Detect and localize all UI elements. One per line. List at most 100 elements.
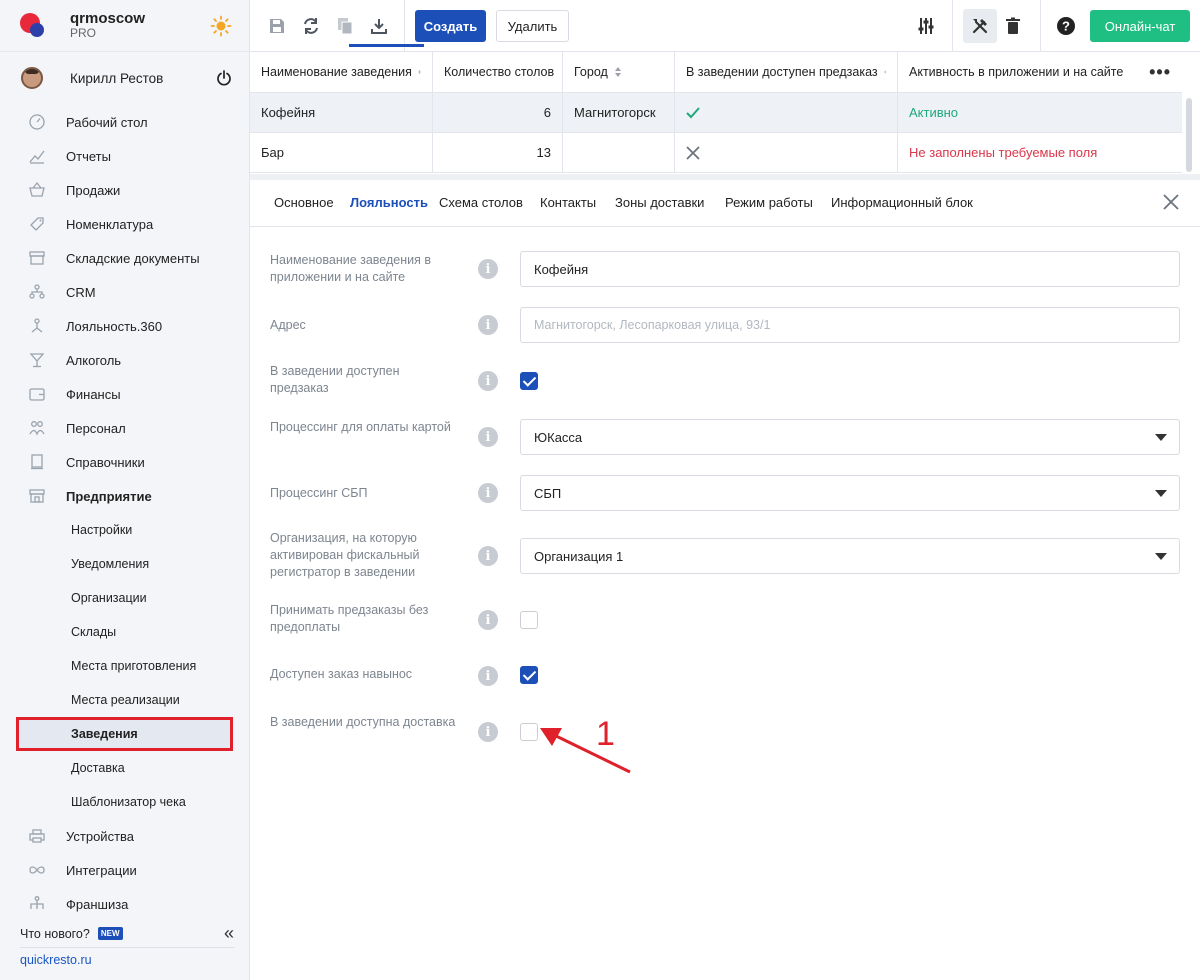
tab-loyalty[interactable]: Лояльность	[350, 195, 428, 210]
sidebar-item-label: Лояльность.360	[66, 318, 163, 334]
form-row-no-prepay: Принимать предзаказы без предоплаты i	[270, 602, 1180, 638]
filter-sliders-icon[interactable]	[916, 16, 936, 36]
brand-header[interactable]: qrmoscow PRO	[0, 0, 249, 52]
table-row[interactable]: Бар 13 Не заполнены требуемые поля	[250, 133, 1182, 173]
create-button[interactable]: Создать	[415, 10, 486, 42]
sidebar-item-reference[interactable]: Справочники	[0, 445, 249, 479]
info-icon[interactable]: i	[478, 259, 498, 279]
sun-icon[interactable]	[210, 15, 232, 37]
sbp-processing-select[interactable]: СБП	[520, 475, 1180, 511]
subnav-receipt-templates[interactable]: Шаблонизатор чека	[0, 785, 249, 819]
sort-icon[interactable]	[614, 66, 622, 78]
trash-icon[interactable]	[1003, 16, 1023, 36]
cell-city	[563, 133, 675, 172]
subnav-organizations[interactable]: Организации	[0, 581, 249, 615]
info-icon[interactable]: i	[478, 666, 498, 686]
basket-icon	[29, 181, 45, 197]
sidebar-item-devices[interactable]: Устройства	[0, 819, 249, 853]
fiscal-org-select[interactable]: Организация 1	[520, 538, 1180, 574]
column-header-preorder[interactable]: В заведении доступен предзаказ	[675, 52, 898, 92]
copy-icon[interactable]	[335, 16, 355, 36]
online-chat-button[interactable]: Онлайн-чат	[1090, 10, 1190, 42]
sidebar-item-label: Складские документы	[66, 250, 200, 266]
preorder-checkbox[interactable]	[520, 372, 538, 390]
annotation-arrow-icon	[540, 728, 631, 774]
table-row[interactable]: Кофейня 6 Магнитогорск Активно	[250, 93, 1182, 133]
sidebar-item-label: Номенклатура	[66, 216, 154, 232]
info-icon[interactable]: i	[478, 546, 498, 566]
power-icon[interactable]	[216, 70, 232, 86]
column-header-activity[interactable]: Активность в приложении и на сайте •••	[898, 52, 1182, 92]
info-icon[interactable]: i	[478, 427, 498, 447]
table-header: Наименование заведения Количество столов…	[250, 52, 1182, 93]
subnav-notifications[interactable]: Уведомления	[0, 547, 249, 581]
crm-icon	[29, 284, 45, 299]
more-icon[interactable]: •••	[1149, 62, 1171, 83]
save-icon[interactable]	[267, 16, 287, 36]
sidebar-item-sales[interactable]: Продажи	[0, 173, 249, 207]
tab-contacts[interactable]: Контакты	[540, 195, 596, 210]
field-label: В заведении доступен предзаказ	[270, 364, 400, 395]
subnav-settings[interactable]: Настройки	[0, 513, 249, 547]
tools-icon[interactable]	[970, 16, 990, 36]
sidebar-item-crm[interactable]: CRM	[0, 275, 249, 309]
sidebar-item-label: Предприятие	[66, 488, 152, 504]
column-header-name[interactable]: Наименование заведения	[250, 52, 433, 92]
subnav-delivery[interactable]: Доставка	[0, 751, 249, 785]
whats-new[interactable]: Что нового? NEW «	[20, 920, 234, 948]
column-header-city[interactable]: Город	[563, 52, 675, 92]
info-icon[interactable]: i	[478, 371, 498, 391]
user-profile[interactable]: Кирилл Рестов	[0, 52, 249, 104]
dashboard-icon	[29, 114, 45, 130]
info-icon[interactable]: i	[478, 610, 498, 630]
info-icon[interactable]: i	[478, 315, 498, 335]
help-icon[interactable]: ?	[1056, 16, 1076, 36]
sidebar-item-enterprise[interactable]: Предприятие	[0, 479, 249, 513]
sidebar-item-alcohol[interactable]: Алкоголь	[0, 343, 249, 377]
sidebar-item-reports[interactable]: Отчеты	[0, 139, 249, 173]
info-icon[interactable]: i	[478, 722, 498, 742]
tab-main[interactable]: Основное	[274, 195, 334, 210]
sort-icon[interactable]	[418, 66, 421, 78]
tab-delivery-zones[interactable]: Зоны доставки	[615, 195, 704, 210]
download-icon[interactable]	[369, 16, 389, 36]
sidebar-item-franchise[interactable]: Франшиза	[0, 887, 249, 921]
card-processing-select[interactable]: ЮКасса	[520, 419, 1180, 455]
subnav-sale-places[interactable]: Места реализации	[0, 683, 249, 717]
takeaway-checkbox[interactable]	[520, 666, 538, 684]
select-value: ЮКасса	[534, 429, 583, 445]
subnav-warehouses[interactable]: Склады	[0, 615, 249, 649]
tab-working-hours[interactable]: Режим работы	[725, 195, 813, 210]
info-icon[interactable]: i	[478, 483, 498, 503]
sidebar-item-label: Алкоголь	[66, 352, 122, 368]
table-scrollbar[interactable]	[1186, 98, 1192, 172]
venue-name-input[interactable]: Кофейня	[520, 251, 1180, 287]
whats-new-label: Что нового?	[20, 926, 90, 941]
dropdown-caret-icon	[1155, 434, 1167, 441]
tab-info-block[interactable]: Информационный блок	[831, 195, 973, 210]
sidebar-item-staff[interactable]: Персонал	[0, 411, 249, 445]
refresh-icon[interactable]	[301, 16, 321, 36]
form-row-preorder: В заведении доступен предзаказ i	[270, 363, 1180, 399]
sidebar-item-label: CRM	[66, 284, 96, 300]
sort-icon[interactable]	[883, 66, 886, 78]
no-prepay-checkbox[interactable]	[520, 611, 538, 629]
sidebar-item-integrations[interactable]: Интеграции	[0, 853, 249, 887]
address-input[interactable]: Магнитогорск, Лесопарковая улица, 93/1	[520, 307, 1180, 343]
infinity-icon	[29, 866, 45, 874]
cell-preorder	[675, 93, 898, 132]
sidebar-item-nomenclature[interactable]: Номенклатура	[0, 207, 249, 241]
sidebar-item-finance[interactable]: Финансы	[0, 377, 249, 411]
sidebar-item-dashboard[interactable]: Рабочий стол	[0, 105, 249, 139]
sidebar-item-loyalty[interactable]: Лояльность.360	[0, 309, 249, 343]
book-icon	[31, 454, 43, 470]
close-icon[interactable]	[1162, 193, 1180, 211]
sidebar-item-warehouse-docs[interactable]: Складские документы	[0, 241, 249, 275]
tab-table-layout[interactable]: Схема столов	[439, 195, 523, 210]
collapse-sidebar-icon[interactable]: «	[224, 923, 234, 944]
column-header-tables[interactable]: Количество столов	[433, 52, 563, 92]
delete-button[interactable]: Удалить	[496, 10, 569, 42]
subnav-cooking-places[interactable]: Места приготовления	[0, 649, 249, 683]
site-link[interactable]: quickresto.ru	[20, 953, 92, 967]
subnav-venues[interactable]: Заведения	[16, 717, 233, 751]
